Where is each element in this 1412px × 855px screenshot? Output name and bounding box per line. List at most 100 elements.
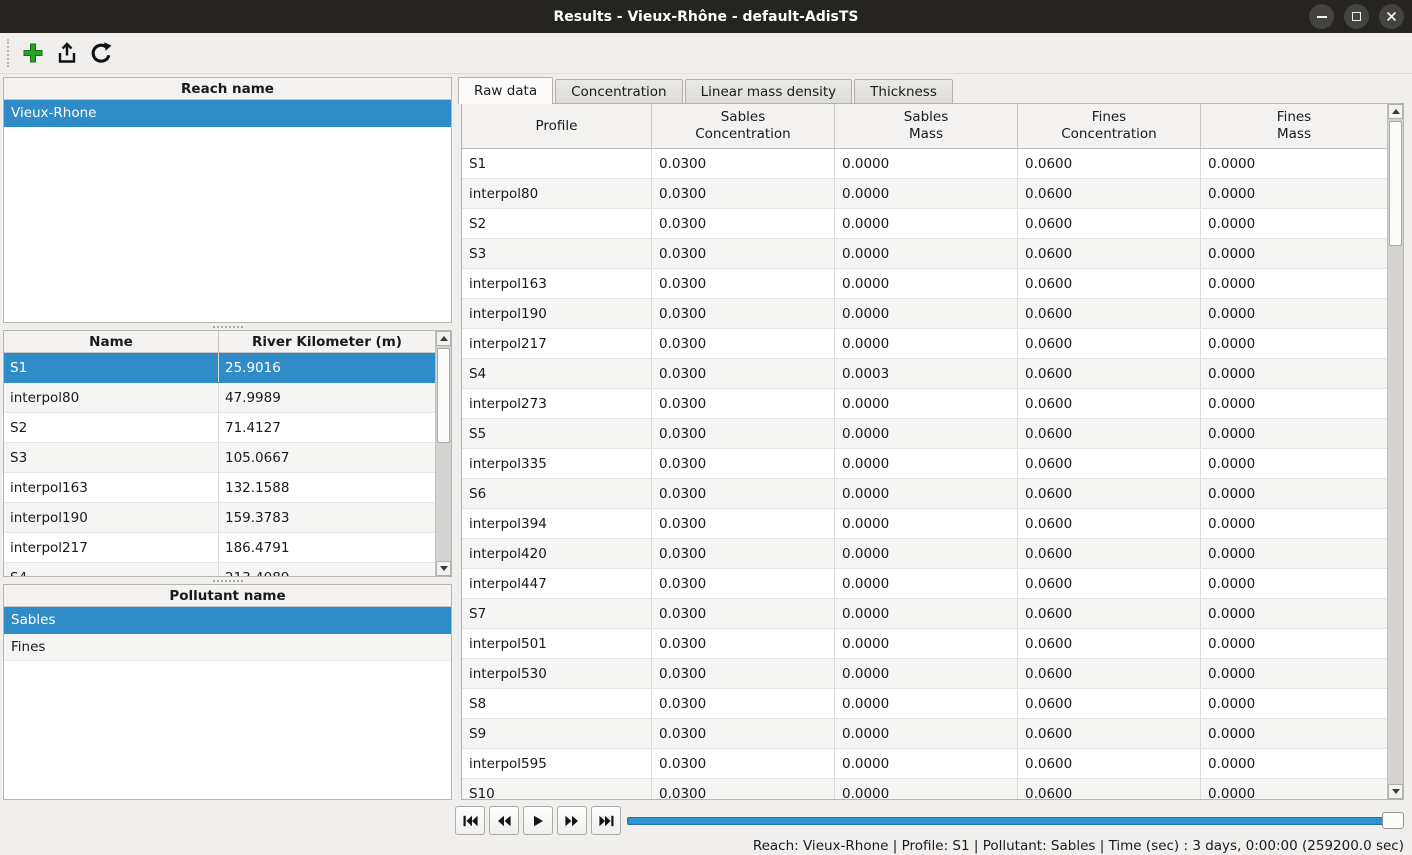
results-row[interactable]: interpol3940.03000.00000.06000.0000 [462,509,1387,539]
profile-row[interactable]: S271.4127 [4,413,435,443]
results-scrollbar[interactable] [1387,104,1403,799]
profile-row[interactable]: interpol8047.9989 [4,383,435,413]
add-button[interactable] [18,38,48,68]
fast-forward-icon [565,815,579,827]
results-row[interactable]: interpol2170.03000.00000.06000.0000 [462,329,1387,359]
profiles-scrollbar[interactable] [435,331,451,576]
pollutant-item[interactable]: Fines [4,634,451,661]
application-window: Results - Vieux-Rhône - default-AdisTS [0,0,1412,855]
results-table-body: S10.03000.00000.06000.0000interpol800.03… [462,149,1387,799]
value-cell: 0.0000 [1201,449,1387,478]
value-cell: 0.0600 [1018,179,1201,208]
pollutant-item-label: Sables [11,612,56,628]
results-row[interactable]: interpol3350.03000.00000.06000.0000 [462,449,1387,479]
value-cell: 0.0300 [652,569,835,598]
profile-row[interactable]: S125.9016 [4,353,435,383]
skip-last-icon [599,815,614,827]
results-row[interactable]: interpol5010.03000.00000.06000.0000 [462,629,1387,659]
play-button[interactable] [523,806,553,835]
toolbar-drag-handle[interactable] [7,39,12,67]
profile-cell: S1 [462,149,652,178]
slider-handle[interactable] [1382,812,1404,829]
value-cell: 0.0300 [652,269,835,298]
results-row[interactable]: interpol2730.03000.00000.06000.0000 [462,389,1387,419]
profile-cell: S8 [462,689,652,718]
splitter-handle[interactable] [3,577,452,584]
scroll-down-button[interactable] [436,561,451,576]
refresh-icon [89,41,113,65]
refresh-button[interactable] [86,38,116,68]
scrollbar-thumb[interactable] [437,348,450,443]
profile-name-cell: interpol190 [4,503,219,532]
results-row[interactable]: interpol800.03000.00000.06000.0000 [462,179,1387,209]
results-row[interactable]: interpol5300.03000.00000.06000.0000 [462,659,1387,689]
maximize-button[interactable] [1344,4,1369,29]
slider-track[interactable] [627,817,1404,825]
value-cell: 0.0600 [1018,659,1201,688]
profile-row[interactable]: interpol163132.1588 [4,473,435,503]
profile-cell: S10 [462,779,652,799]
profile-row[interactable]: interpol190159.3783 [4,503,435,533]
results-row[interactable]: interpol4470.03000.00000.06000.0000 [462,569,1387,599]
scrollbar-track[interactable] [436,346,451,561]
profile-row[interactable]: S3105.0667 [4,443,435,473]
reach-item[interactable]: Vieux-Rhone [4,100,451,127]
profile-row[interactable]: interpol217186.4791 [4,533,435,563]
results-row[interactable]: S90.03000.00000.06000.0000 [462,719,1387,749]
header-line: Concentration [695,126,791,143]
value-cell: 0.0300 [652,719,835,748]
value-cell: 0.0300 [652,689,835,718]
reach-list-panel: Reach name Vieux-Rhone [3,77,452,323]
results-row[interactable]: S30.03000.00000.06000.0000 [462,239,1387,269]
value-cell: 0.0000 [835,209,1018,238]
results-row[interactable]: interpol1630.03000.00000.06000.0000 [462,269,1387,299]
scrollbar-track[interactable] [1388,119,1403,784]
results-row[interactable]: S50.03000.00000.06000.0000 [462,419,1387,449]
splitter-handle[interactable] [3,323,452,330]
results-row[interactable]: interpol5950.03000.00000.06000.0000 [462,749,1387,779]
tab-raw-data[interactable]: Raw data [458,77,553,104]
value-cell: 0.0600 [1018,419,1201,448]
results-row[interactable]: interpol1900.03000.00000.06000.0000 [462,299,1387,329]
profile-cell: interpol163 [462,269,652,298]
results-row[interactable]: S80.03000.00000.06000.0000 [462,689,1387,719]
export-icon [55,41,79,65]
play-icon [532,815,544,827]
value-cell: 0.0000 [1201,629,1387,658]
close-button[interactable] [1379,4,1404,29]
value-cell: 0.0000 [1201,389,1387,418]
rewind-button[interactable] [489,806,519,835]
profiles-header-name: Name [4,331,219,352]
skip-last-button[interactable] [591,806,621,835]
minimize-button[interactable] [1309,4,1334,29]
time-slider[interactable] [627,812,1404,829]
results-row[interactable]: interpol4200.03000.00000.06000.0000 [462,539,1387,569]
results-row[interactable]: S100.03000.00000.06000.0000 [462,779,1387,799]
skip-first-button[interactable] [455,806,485,835]
results-row[interactable]: S10.03000.00000.06000.0000 [462,149,1387,179]
results-row[interactable]: S20.03000.00000.06000.0000 [462,209,1387,239]
profile-cell: interpol217 [462,329,652,358]
results-table-header: Profile Sables Concentration Sables Mass… [462,104,1387,149]
tab-linear-mass-density[interactable]: Linear mass density [685,79,853,104]
profiles-table: Name River Kilometer (m) S125.9016interp… [4,331,435,576]
profile-cell: S2 [462,209,652,238]
scrollbar-thumb[interactable] [1389,121,1402,246]
results-row[interactable]: S70.03000.00000.06000.0000 [462,599,1387,629]
fast-forward-button[interactable] [557,806,587,835]
pollutant-list-panel: Pollutant name Sables Fines [3,584,452,800]
profile-row[interactable]: S4213.4089 [4,563,435,576]
results-row[interactable]: S40.03000.00030.06000.0000 [462,359,1387,389]
value-cell: 0.0300 [652,389,835,418]
scroll-up-button[interactable] [1388,104,1403,119]
export-button[interactable] [52,38,82,68]
pollutant-item[interactable]: Sables [4,607,451,634]
tab-thickness[interactable]: Thickness [854,79,953,104]
tab-concentration[interactable]: Concentration [555,79,683,104]
scroll-down-button[interactable] [1388,784,1403,799]
value-cell: 0.0300 [652,779,835,799]
value-cell: 0.0600 [1018,479,1201,508]
results-row[interactable]: S60.03000.00000.06000.0000 [462,479,1387,509]
scroll-up-button[interactable] [436,331,451,346]
pollutant-list-header: Pollutant name [4,585,451,607]
